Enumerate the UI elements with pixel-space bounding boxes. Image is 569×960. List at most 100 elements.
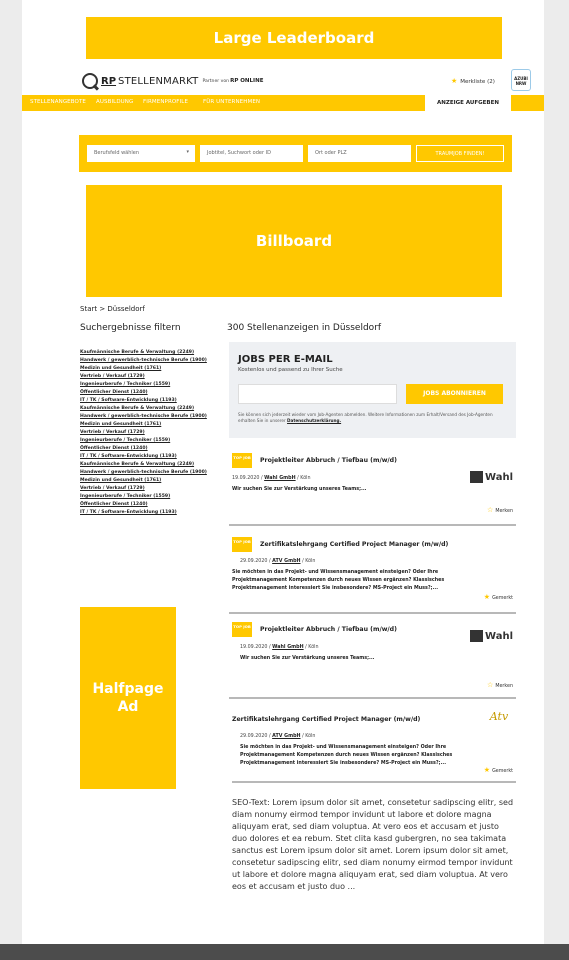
filter-link[interactable]: Vertrieb / Verkauf (1729) [80, 373, 215, 381]
filter-link[interactable]: Handwerk / gewerblich-technische Berufe … [80, 469, 215, 477]
berufsfeld-select[interactable]: Berufsfeld wählen ▾ [87, 145, 195, 162]
filter-link[interactable]: Ingenieurberufe / Techniker (1559) [80, 493, 215, 501]
filter-link[interactable]: Medizin und Gesundheit (1761) [80, 365, 215, 373]
atv-logo-text: Atv [489, 710, 509, 723]
filter-link[interactable]: Öffentlicher Dienst (1240) [80, 501, 215, 509]
wahl-logo-text: Wahl [485, 471, 513, 483]
job-title[interactable]: Zertifikatslehrgang Certified Project Ma… [232, 716, 420, 723]
merkliste-link[interactable]: ★ Merkliste (2) [451, 77, 495, 85]
company-link[interactable]: Wahl GmbH [264, 476, 295, 481]
saved-job-label: Gemerkt [492, 769, 513, 774]
leaderboard-ad[interactable]: Large Leaderboard [86, 17, 502, 59]
job-meta: 19.09.2020 / Wahl GmbH / Köln [232, 476, 311, 481]
azubi-nrw-logo[interactable]: AZUBI NRW [511, 69, 531, 91]
halfpage-ad[interactable]: Halfpage Ad [80, 607, 176, 789]
star-filled-icon: ★ [483, 766, 491, 774]
job-description: Wir suchen Sie zur Verstärkung unseres T… [240, 656, 375, 661]
top-job-badge: TOP JOB [232, 453, 252, 468]
top-job-badge: TOP JOB [232, 622, 252, 637]
saved-job-label: Gemerkt [492, 596, 513, 601]
site-header: RP STELLENMARKT Partner von RP ONLINE ★ M… [77, 65, 531, 95]
job-meta: 19.09.2020 / Wahl GmbH / Köln [240, 645, 319, 650]
page: Large Leaderboard RP STELLENMARKT Partne… [22, 0, 544, 960]
saved-job-button[interactable]: ★ Gemerkt [484, 593, 513, 601]
saved-job-button[interactable]: ★ Gemerkt [484, 766, 513, 774]
job-listing[interactable]: TOP JOB Projektleiter Abbruch / Tiefbau … [229, 453, 516, 528]
filter-link[interactable]: Kaufmännische Berufe & Verwaltung (2249) [80, 405, 215, 413]
job-meta: 29.09.2020 / ATV GmbH / Köln [240, 559, 315, 564]
filter-link[interactable]: Handwerk / gewerblich-technische Berufe … [80, 413, 215, 421]
job-date: 19.09.2020 / [232, 476, 263, 481]
company-logo-wahl[interactable]: Wahl [470, 630, 513, 642]
job-date: 19.09.2020 / [240, 645, 271, 650]
job-description: Sie möchten in das Projekt- und Wissensm… [232, 570, 445, 591]
magnifier-logo-icon [82, 73, 98, 89]
filter-link[interactable]: Ingenieurberufe / Techniker (1559) [80, 437, 215, 445]
wahl-logo-text: Wahl [485, 630, 513, 642]
filter-link[interactable]: Vertrieb / Verkauf (1729) [80, 429, 215, 437]
company-logo-atv[interactable]: Atv [485, 710, 513, 732]
company-link[interactable]: ATV GmbH [272, 734, 300, 739]
filter-link[interactable]: IT / TK / Software-Entwicklung (1193) [80, 509, 215, 517]
job-listing[interactable]: TOP JOB Zertifikatslehrgang Certified Pr… [229, 537, 516, 617]
filter-link[interactable]: Ingenieurberufe / Techniker (1559) [80, 381, 215, 389]
filter-link[interactable]: Kaufmännische Berufe & Verwaltung (2249) [80, 349, 215, 357]
job-title[interactable]: Projektleiter Abbruch / Tiefbau (m/w/d) [260, 626, 397, 633]
filter-link[interactable]: Vertrieb / Verkauf (1729) [80, 485, 215, 493]
location-input[interactable]: Ort oder PLZ [308, 145, 411, 162]
filter-link[interactable]: Handwerk / gewerblich-technische Berufe … [80, 357, 215, 365]
wahl-logo-icon [470, 630, 484, 642]
job-separator [229, 612, 516, 614]
nav-stellenangebote[interactable]: STELLENANGEBOTE [30, 99, 86, 105]
filter-link[interactable]: Medizin und Gesundheit (1761) [80, 477, 215, 485]
nav-fuer-unternehmen[interactable]: FÜR UNTERNEHMEN [203, 99, 260, 105]
job-city: / Köln [297, 476, 311, 481]
filter-link[interactable]: Öffentlicher Dienst (1240) [80, 389, 215, 397]
filter-link[interactable]: IT / TK / Software-Entwicklung (1193) [80, 453, 215, 461]
berufsfeld-placeholder: Berufsfeld wählen [94, 150, 140, 156]
email-input[interactable] [238, 384, 397, 404]
job-title[interactable]: Projektleiter Abbruch / Tiefbau (m/w/d) [260, 457, 397, 464]
job-description: Sie möchten in das Projekt- und Wissensm… [240, 745, 453, 766]
company-link[interactable]: Wahl GmbH [272, 645, 303, 650]
wahl-logo-icon [470, 471, 484, 483]
job-title[interactable]: Zertifikatslehrgang Certified Project Ma… [260, 541, 448, 548]
site-logo[interactable]: RP STELLENMARKT Partner von RP ONLINE [82, 73, 263, 89]
job-listing[interactable]: Zertifikatslehrgang Certified Project Ma… [229, 707, 516, 787]
logo-rp: RP [101, 75, 117, 87]
billboard-label: Billboard [255, 232, 333, 250]
breadcrumb[interactable]: Start > Düsseldorf [80, 305, 145, 313]
filter-heading: Suchergebnisse filtern [80, 323, 181, 333]
filter-link[interactable]: Medizin und Gesundheit (1761) [80, 421, 215, 429]
job-alert-title: JOBS PER E-MAIL [238, 354, 333, 365]
company-logo-wahl[interactable]: Wahl [470, 471, 513, 483]
nav-ausbildung[interactable]: AUSBILDUNG [96, 99, 133, 105]
privacy-link[interactable]: Datenschutzerklärung. [287, 418, 341, 423]
filter-link[interactable]: IT / TK / Software-Entwicklung (1193) [80, 397, 215, 405]
nav-firmenprofile[interactable]: FIRMENPROFILE [143, 99, 188, 105]
star-outline-icon: ☆ [487, 681, 494, 689]
anzeige-aufgeben-button[interactable]: ANZEIGE AUFGEBEN [425, 95, 511, 111]
job-date: 29.09.2020 / [240, 559, 271, 564]
job-listing[interactable]: TOP JOB Projektleiter Abbruch / Tiefbau … [229, 622, 516, 700]
save-job-button[interactable]: ☆ Merken [487, 681, 513, 689]
logo-partner: Partner von [202, 78, 230, 84]
chevron-down-icon: ▾ [186, 149, 189, 155]
save-job-button[interactable]: ☆ Merken [487, 506, 513, 514]
company-link[interactable]: ATV GmbH [272, 559, 300, 564]
seo-text: SEO-Text: Lorem ipsum dolor sit amet, co… [232, 798, 514, 891]
save-job-label: Merken [495, 509, 513, 514]
save-job-label: Merken [495, 684, 513, 689]
job-date: 29.09.2020 / [240, 734, 271, 739]
billboard-ad[interactable]: Billboard [86, 185, 502, 297]
keyword-input[interactable]: Jobtitel, Suchwort oder ID [200, 145, 303, 162]
subscribe-button[interactable]: JOBS ABONNIEREN [406, 384, 503, 404]
find-job-button[interactable]: TRAUMJOB FINDEN! [416, 145, 504, 162]
merkliste-label: Merkliste (2) [460, 79, 495, 85]
filter-link[interactable]: Kaufmännische Berufe & Verwaltung (2249) [80, 461, 215, 469]
main-nav: STELLENANGEBOTE AUSBILDUNG FIRMENPROFILE… [22, 95, 544, 111]
results-heading: 300 Stellenanzeigen in Düsseldorf [227, 323, 382, 333]
job-alert-note: Sie können sich jederzeit wieder vom Job… [238, 412, 510, 424]
filter-link[interactable]: Öffentlicher Dienst (1240) [80, 445, 215, 453]
logo-rponline: RP ONLINE [230, 78, 264, 84]
